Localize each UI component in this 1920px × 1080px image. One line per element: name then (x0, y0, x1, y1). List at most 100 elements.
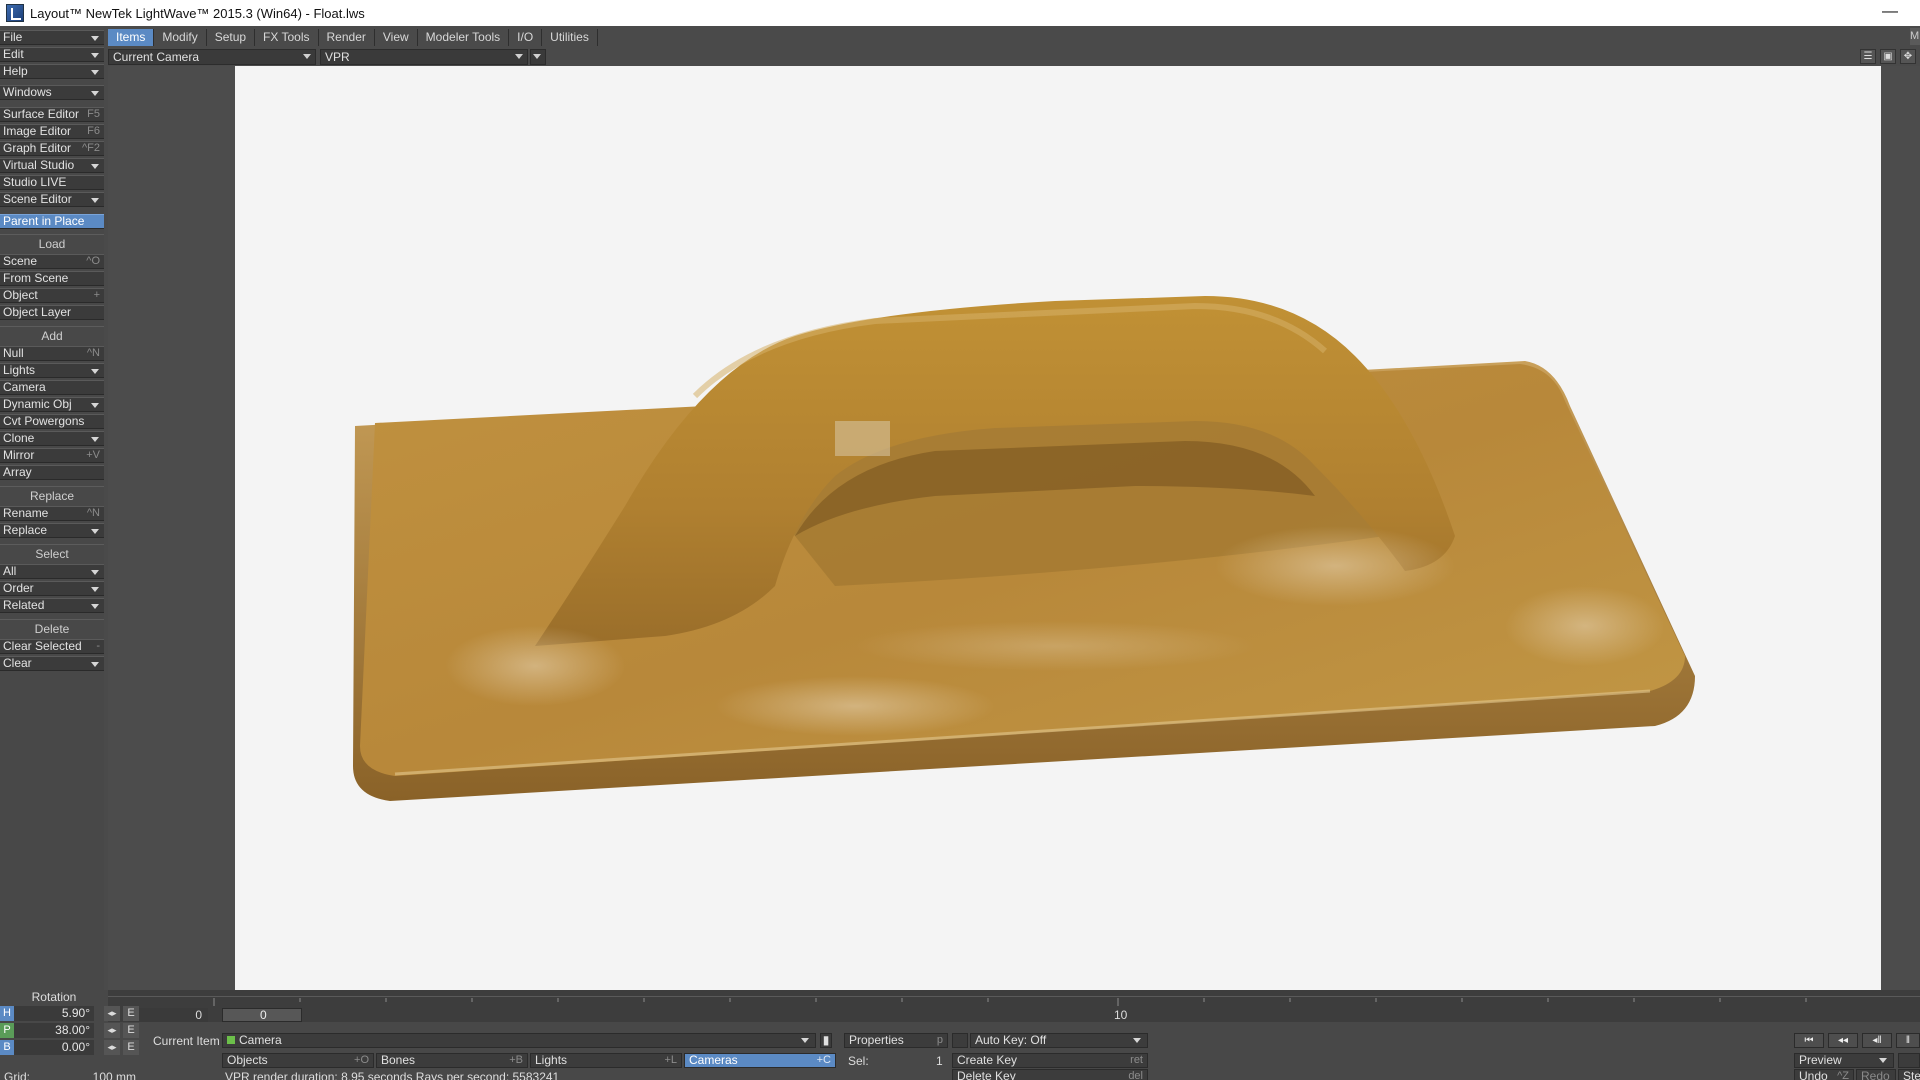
edit-menu[interactable]: Edit (0, 47, 104, 62)
transport-first-icon[interactable]: ⏮ (1794, 1033, 1824, 1048)
mirror-button[interactable]: Mirror +V (0, 448, 104, 463)
add-null-button[interactable]: Null ^N (0, 346, 104, 361)
current-frame-slider[interactable]: 0 (222, 1008, 302, 1022)
step-button[interactable]: Ste (1898, 1069, 1920, 1080)
select-order-button[interactable]: Order (0, 581, 104, 596)
preview-extra-button[interactable] (1898, 1053, 1920, 1068)
viewport-options-dropdown[interactable] (530, 49, 546, 65)
start-frame-field[interactable]: 0 (128, 1008, 208, 1022)
parent-in-place-label: Parent in Place (3, 214, 85, 228)
timeline[interactable]: 0 0 10 (108, 990, 1920, 1022)
properties-button[interactable]: Properties p (844, 1033, 948, 1048)
delete-key-label: Delete Key (957, 1069, 1016, 1080)
current-item-select[interactable]: Camera (222, 1033, 816, 1048)
tab-modify[interactable]: Modify (154, 28, 207, 46)
bank-drag-arrows[interactable]: ◂▸ (104, 1040, 120, 1055)
lights-filter-button[interactable]: Lights +L (530, 1053, 682, 1068)
load-scene-button[interactable]: Scene ^O (0, 254, 104, 269)
tab-items[interactable]: Items (108, 28, 155, 46)
auto-key-toggle[interactable] (952, 1033, 968, 1048)
tab-fx-tools[interactable]: FX Tools (255, 28, 319, 46)
pitch-drag-arrows[interactable]: ◂▸ (104, 1023, 120, 1038)
auto-key-select[interactable]: Auto Key: Off (970, 1033, 1148, 1048)
surface-editor-button[interactable]: Surface Editor F5 (0, 107, 104, 122)
add-lights-button[interactable]: Lights (0, 363, 104, 378)
objects-filter-button[interactable]: Objects +O (222, 1053, 374, 1068)
clone-label: Clone (3, 431, 35, 445)
replace-button[interactable]: Replace (0, 523, 104, 538)
load-from-scene-button[interactable]: From Scene (0, 271, 104, 286)
clear-button[interactable]: Clear (0, 656, 104, 671)
cameras-filter-button[interactable]: Cameras +C (684, 1053, 836, 1068)
windows-menu[interactable]: Windows (0, 85, 104, 100)
transport-play-back-icon[interactable]: ◂‖ (1862, 1033, 1892, 1048)
heading-envelope-button[interactable]: E (123, 1006, 139, 1021)
minimize-button[interactable]: — (1880, 3, 1900, 23)
tab-setup[interactable]: Setup (207, 28, 256, 46)
image-editor-button[interactable]: Image Editor F6 (0, 124, 104, 139)
rename-label: Rename (3, 506, 49, 520)
load-object-layer-button[interactable]: Object Layer (0, 305, 104, 320)
heading-drag-arrows[interactable]: ◂▸ (104, 1006, 120, 1021)
load-object-button[interactable]: Object + (0, 288, 104, 303)
pitch-envelope-button[interactable]: E (123, 1023, 139, 1038)
select-all-button[interactable]: All (0, 564, 104, 579)
undo-button[interactable]: Undo ^Z (1794, 1069, 1854, 1080)
delete-key-button[interactable]: Delete Key del (952, 1069, 1148, 1080)
heading-value-field[interactable]: 5.90° (14, 1006, 94, 1021)
viewport-list-icon[interactable]: ☰ (1860, 49, 1876, 64)
array-label: Array (3, 465, 32, 479)
vpr-render-canvas[interactable] (235, 66, 1881, 990)
mirror-label: Mirror (3, 448, 35, 462)
clone-button[interactable]: Clone (0, 431, 104, 446)
virtual-studio-button[interactable]: Virtual Studio (0, 158, 104, 173)
cvt-powergons-button[interactable]: Cvt Powergons (0, 414, 104, 429)
lights-filter-label: Lights (535, 1053, 568, 1067)
redo-button[interactable]: Redo (1856, 1069, 1896, 1080)
preview-select[interactable]: Preview (1794, 1053, 1894, 1068)
select-related-button[interactable]: Related (0, 598, 104, 613)
add-camera-button[interactable]: Camera (0, 380, 104, 395)
tab-render[interactable]: Render (319, 28, 375, 46)
clear-selected-button[interactable]: Clear Selected - (0, 639, 104, 654)
transport-prev-key-icon[interactable]: ◂◂ (1828, 1033, 1858, 1048)
pitch-value-field[interactable]: 38.00° (14, 1023, 94, 1038)
transport-play-icon[interactable]: ‖ (1896, 1033, 1920, 1048)
studio-live-button[interactable]: Studio LIVE (0, 175, 104, 190)
rotation-label: Rotation (31, 990, 77, 1004)
array-button[interactable]: Array (0, 465, 104, 480)
tab-io[interactable]: I/O (509, 28, 543, 46)
bones-filter-button[interactable]: Bones +B (376, 1053, 528, 1068)
file-menu[interactable]: File (0, 30, 104, 45)
select-all-label: All (3, 564, 17, 578)
viewport-3d[interactable] (108, 66, 1882, 990)
bottom-toolbar: Current Item Camera ▮ Properties p Auto K… (108, 1022, 1920, 1080)
parent-in-place-toggle[interactable]: Parent in Place (0, 214, 104, 229)
rename-button[interactable]: Rename ^N (0, 506, 104, 521)
add-dynamic-obj-button[interactable]: Dynamic Obj (0, 397, 104, 412)
tab-modeler-tools[interactable]: Modeler Tools (418, 28, 510, 46)
image-editor-label: Image Editor (3, 124, 72, 138)
corner-menu-button[interactable]: M (1910, 28, 1920, 45)
create-key-shortcut: ret (1130, 1054, 1143, 1066)
tab-view[interactable]: View (375, 28, 418, 46)
bank-envelope-button[interactable]: E (123, 1040, 139, 1055)
help-menu[interactable]: Help (0, 64, 104, 79)
viewport-move-icon[interactable]: ✥ (1900, 49, 1916, 64)
bank-value-field[interactable]: 0.00° (14, 1040, 94, 1055)
viewport-maximize-icon[interactable]: ▣ (1880, 49, 1896, 64)
item-pin-icon[interactable]: ▮ (820, 1033, 832, 1048)
tab-utilities[interactable]: Utilities (542, 28, 598, 46)
scene-editor-button[interactable]: Scene Editor (0, 192, 104, 207)
graph-editor-button[interactable]: Graph Editor ^F2 (0, 141, 104, 156)
select-related-label: Related (3, 598, 45, 612)
surface-editor-shortcut: F5 (87, 108, 100, 120)
render-mode-select[interactable]: VPR (320, 49, 528, 65)
cvt-powergons-label: Cvt Powergons (3, 414, 85, 428)
dropdown-arrow-icon (303, 54, 311, 59)
dropdown-arrow-icon (91, 164, 99, 169)
camera-view-select[interactable]: Current Camera (108, 49, 316, 65)
create-key-button[interactable]: Create Key ret (952, 1053, 1148, 1068)
current-item-label: Current Item (153, 1034, 220, 1048)
left-toolbar: File Edit Help Windows Surface Editor F5 … (0, 30, 104, 1080)
